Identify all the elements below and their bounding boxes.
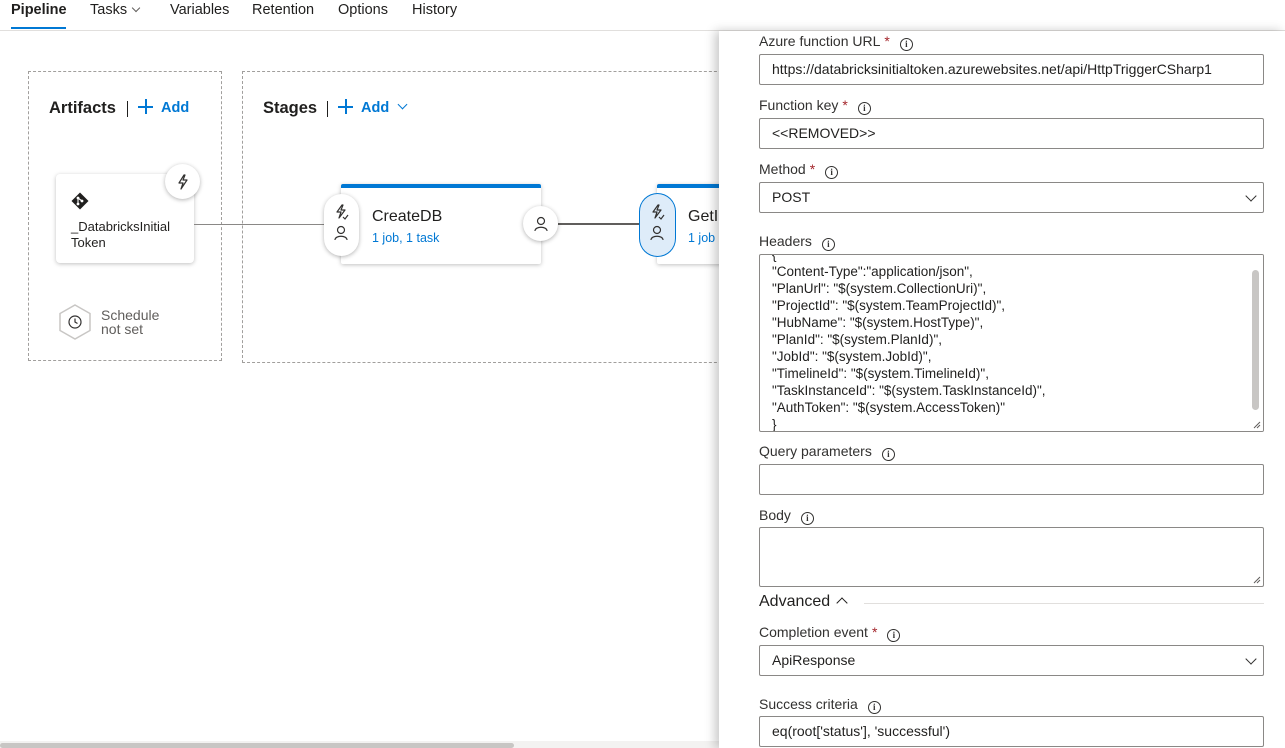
required-marker: *	[871, 624, 878, 640]
label-text: Headers	[759, 233, 812, 249]
divider	[864, 603, 1264, 604]
person-icon	[533, 216, 548, 231]
person-icon	[334, 225, 348, 241]
lightning-icon	[177, 173, 188, 190]
tab-retention[interactable]: Retention	[252, 2, 314, 18]
method-label: Method * i	[759, 161, 839, 179]
info-icon[interactable]: i	[857, 102, 871, 115]
label-text: Completion event	[759, 624, 868, 640]
tab-tasks[interactable]: Tasks	[90, 2, 141, 18]
stage-name: CreateDB	[372, 208, 443, 225]
pipeline-canvas: Artifacts Add _DatabricksInitial Token S…	[0, 31, 857, 748]
function-key-input[interactable]: <<REMOVED>>	[759, 118, 1264, 149]
continuous-deployment-trigger-button[interactable]	[165, 164, 200, 199]
success-criteria-input[interactable]: eq(root['status'], 'successful')	[759, 716, 1264, 747]
method-value: POST	[772, 189, 811, 205]
schedule-line2: not set	[101, 321, 144, 337]
azure-function-url-label: Azure function URL * i	[759, 33, 913, 51]
label-text: Success criteria	[759, 696, 858, 712]
scrollbar-thumb[interactable]	[1252, 270, 1259, 410]
pre-deployment-conditions-button-selected[interactable]	[640, 194, 675, 256]
divider	[127, 101, 128, 117]
scrollbar-thumb[interactable]	[0, 743, 514, 748]
tab-history[interactable]: History	[412, 2, 457, 18]
required-marker: *	[884, 33, 890, 49]
completion-event-select[interactable]: ApiResponse	[759, 645, 1264, 676]
info-icon[interactable]: i	[867, 701, 881, 714]
schedule-line1: Schedule	[101, 307, 160, 323]
query-parameters-input[interactable]	[759, 464, 1264, 495]
info-icon[interactable]: i	[899, 38, 913, 51]
body-label: Body i	[759, 507, 814, 525]
info-icon[interactable]: i	[887, 629, 901, 642]
headers-value: { "Content-Type":"application/json", "Pl…	[772, 254, 1046, 432]
add-artifact-button[interactable]: Add	[138, 99, 189, 116]
stage-card-createdb[interactable]: CreateDB 1 job, 1 task	[341, 184, 541, 264]
git-repo-icon	[71, 192, 89, 210]
resize-grip-icon[interactable]	[1252, 420, 1261, 429]
artifacts-title: Artifacts	[49, 99, 116, 117]
info-icon[interactable]: i	[825, 166, 839, 179]
method-select[interactable]: POST	[759, 182, 1264, 213]
add-artifact-label: Add	[161, 100, 190, 116]
azure-function-url-input[interactable]: https://databricksinitialtoken.azurewebs…	[759, 54, 1264, 85]
divider	[327, 101, 328, 117]
body-textarea[interactable]	[759, 527, 1264, 587]
horizontal-scrollbar[interactable]	[0, 741, 720, 748]
required-marker: *	[842, 97, 848, 113]
stage-summary-link[interactable]: 1 job, 1 task	[372, 231, 439, 245]
chevron-down-icon	[1245, 653, 1257, 665]
stage-summary-link[interactable]: 1 job	[688, 231, 715, 245]
resize-grip-icon[interactable]	[1252, 575, 1261, 584]
chevron-down-icon	[131, 3, 141, 13]
tab-variables[interactable]: Variables	[170, 2, 229, 18]
label-text: Function key	[759, 97, 839, 113]
plus-icon	[338, 99, 353, 114]
person-icon	[650, 225, 664, 241]
top-tab-bar: Pipeline Tasks Variables Retention Optio…	[0, 0, 1285, 31]
headers-label: Headers i	[759, 233, 835, 251]
info-icon[interactable]: i	[821, 238, 835, 251]
chevron-down-icon	[397, 99, 408, 110]
active-tab-indicator	[11, 27, 66, 29]
required-marker: *	[809, 161, 816, 177]
label-text: Method	[759, 161, 806, 177]
chevron-up-icon	[836, 597, 848, 609]
label-text: Azure function URL	[759, 33, 881, 49]
stage-to-stage-connector	[558, 223, 640, 225]
add-stage-button[interactable]: Add	[338, 99, 408, 116]
post-deployment-conditions-button[interactable]	[523, 206, 558, 241]
tab-options[interactable]: Options	[338, 2, 388, 18]
tab-tasks-label: Tasks	[90, 2, 128, 18]
stages-title: Stages	[263, 99, 318, 117]
tab-pipeline[interactable]: Pipeline	[11, 2, 67, 18]
stage-name: GetI	[688, 208, 719, 225]
label-text: Query parameters	[759, 443, 872, 459]
label-text: Body	[759, 507, 791, 523]
completion-event-value: ApiResponse	[772, 652, 856, 668]
function-key-label: Function key * i	[759, 97, 871, 115]
schedule-icon[interactable]	[58, 304, 92, 340]
chevron-down-icon	[1245, 190, 1257, 202]
query-parameters-label: Query parameters i	[759, 443, 895, 461]
vertical-scrollbar[interactable]	[1249, 255, 1263, 431]
headers-textarea[interactable]: { "Content-Type":"application/json", "Pl…	[759, 254, 1264, 432]
plus-icon	[138, 99, 153, 114]
task-settings-panel: Azure function URL * i https://databricksi…	[719, 31, 1285, 748]
lightning-icon	[652, 204, 665, 220]
add-stage-label: Add	[361, 100, 390, 116]
info-icon[interactable]: i	[881, 448, 895, 461]
artifact-name: _DatabricksInitial Token	[71, 219, 170, 250]
lightning-icon	[336, 204, 349, 220]
artifact-to-stage-connector	[194, 224, 324, 225]
advanced-label: Advanced	[759, 593, 831, 610]
success-criteria-label: Success criteria i	[759, 696, 881, 714]
schedule-status: Schedule not set	[101, 308, 159, 336]
advanced-section-toggle[interactable]: Advanced	[759, 593, 848, 611]
info-icon[interactable]: i	[800, 512, 814, 525]
pre-deployment-conditions-button[interactable]	[324, 194, 359, 256]
completion-event-label: Completion event * i	[759, 624, 901, 642]
